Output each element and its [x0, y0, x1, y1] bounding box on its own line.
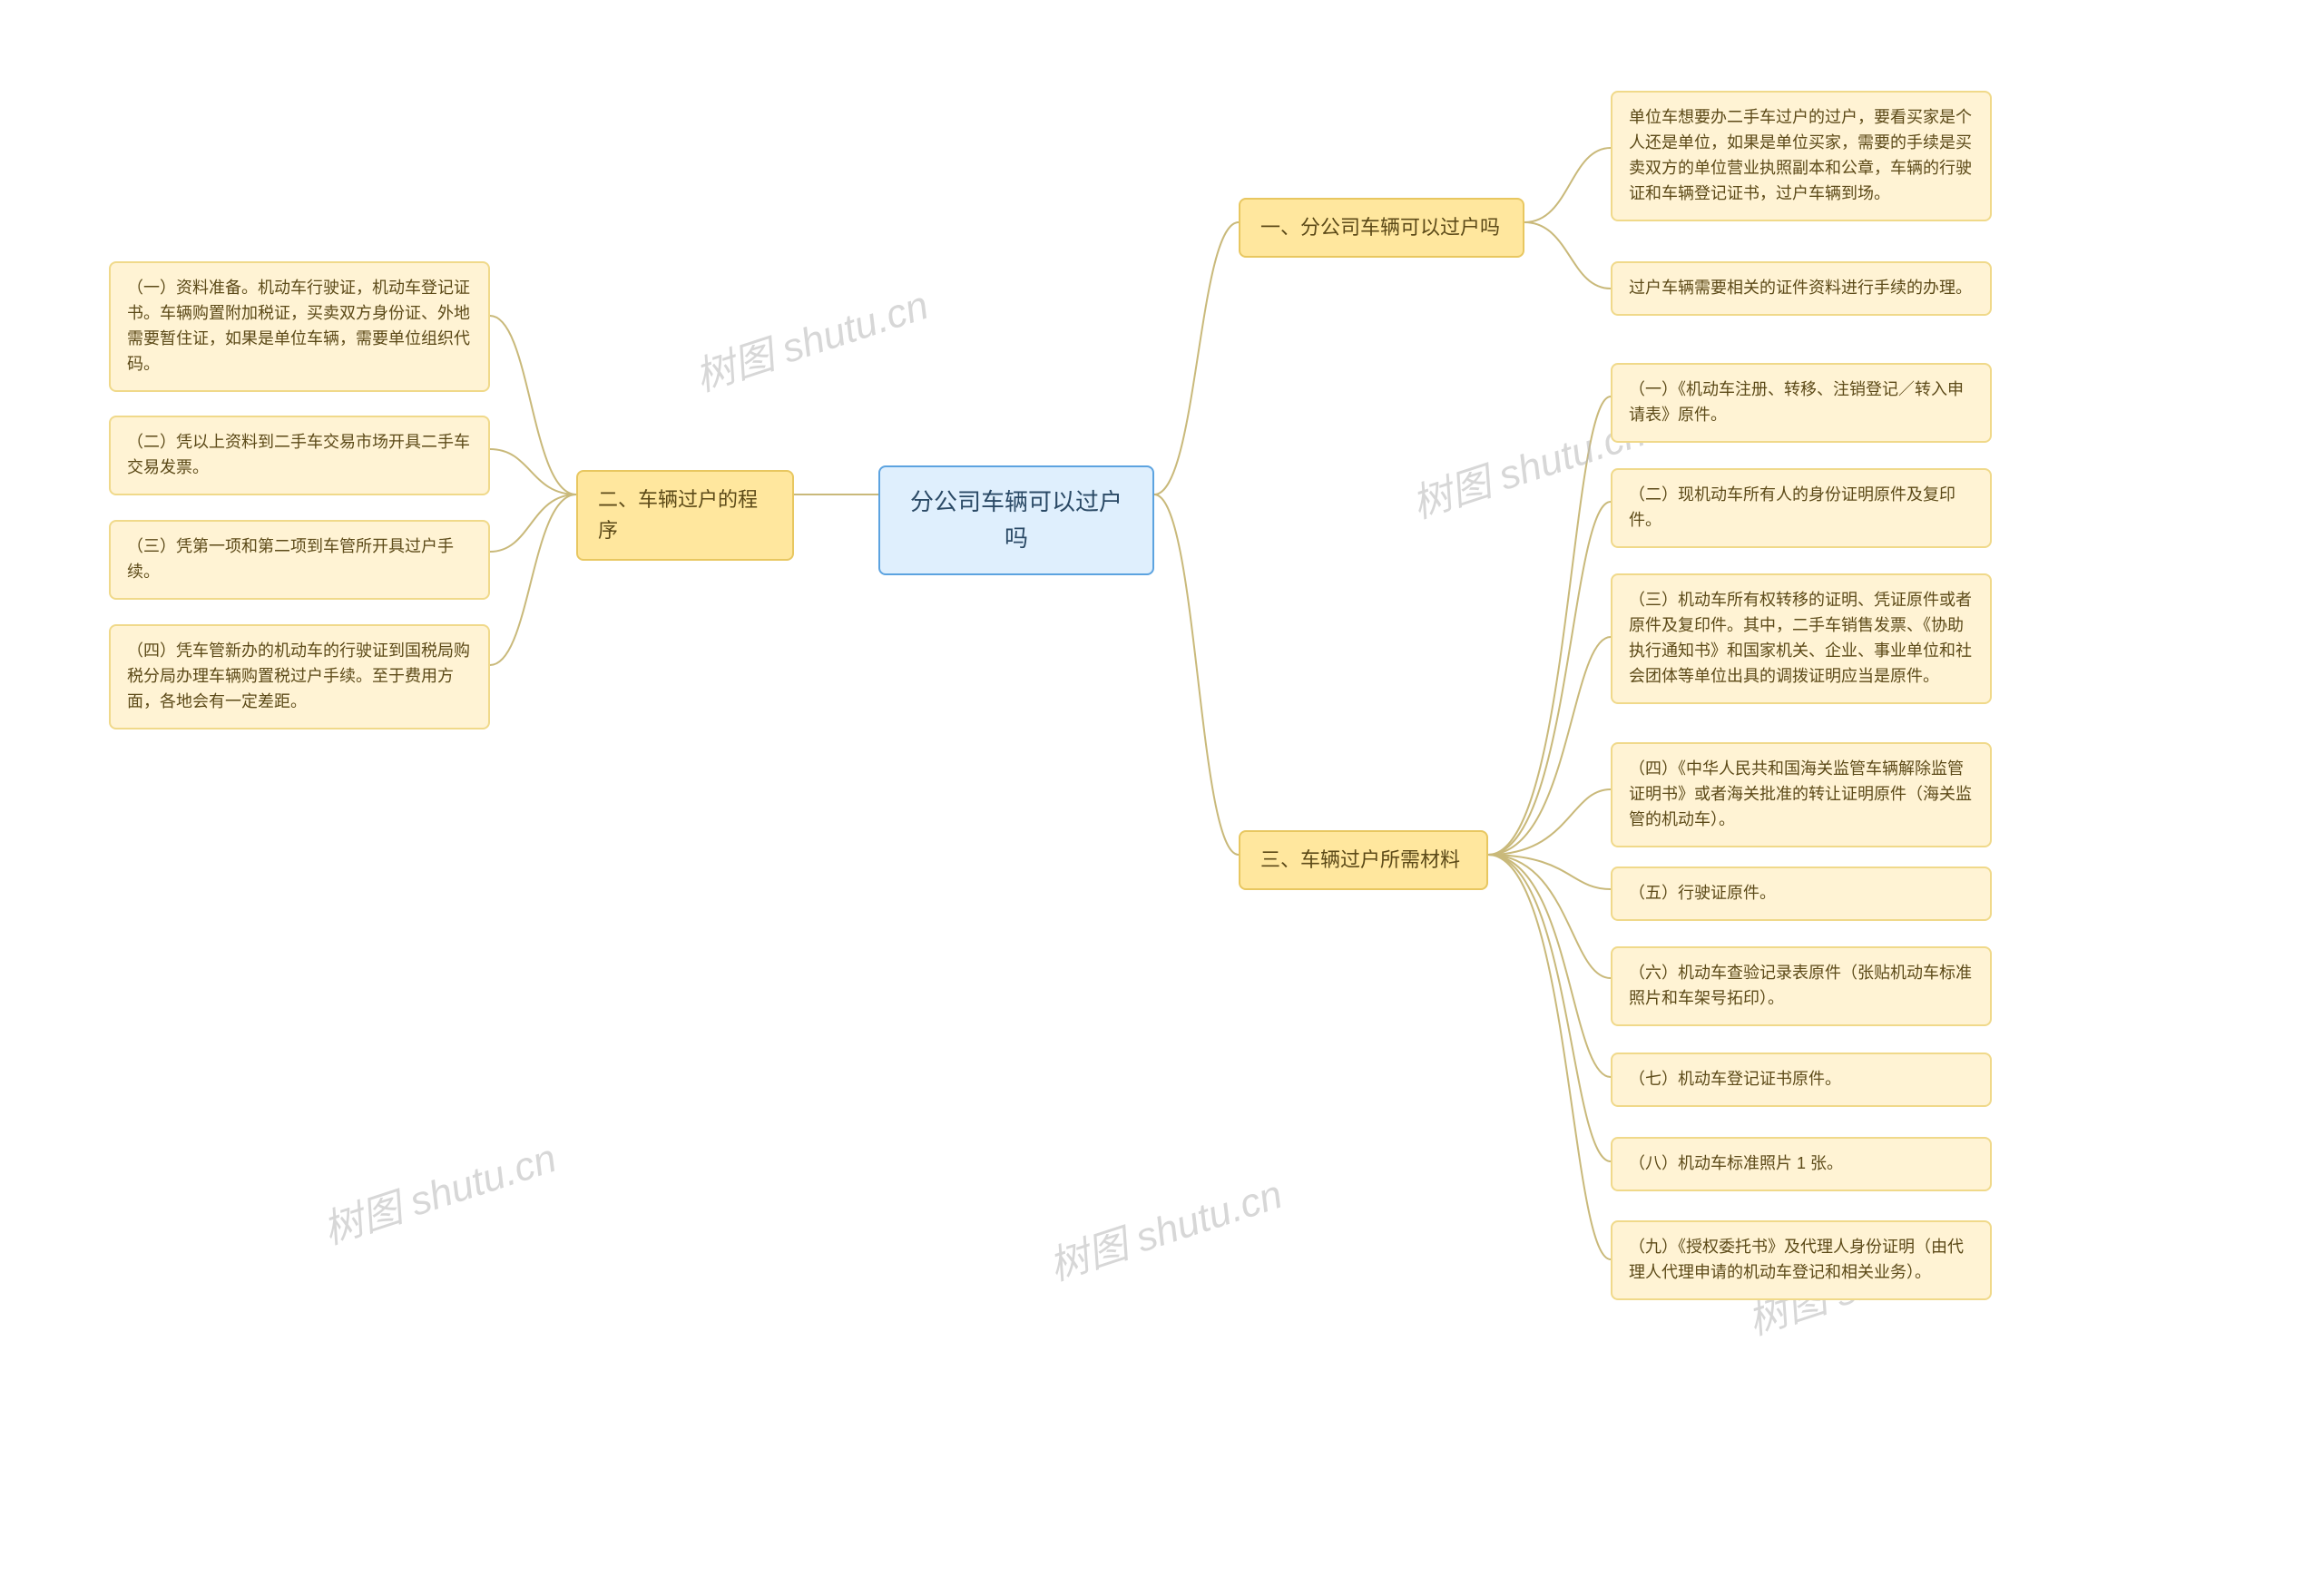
leaf-c8[interactable]: （八）机动车标准照片 1 张。 — [1611, 1137, 1992, 1191]
watermark: 树图 shutu.cn — [315, 1125, 563, 1255]
branch-1[interactable]: 一、分公司车辆可以过户吗 — [1239, 198, 1524, 258]
leaf-a1[interactable]: 单位车想要办二手车过户的过户，要看买家是个人还是单位，如果是单位买家，需要的手续… — [1611, 91, 1992, 221]
leaf-b1[interactable]: （一）资料准备。机动车行驶证，机动车登记证书。车辆购置附加税证，买卖双方身份证、… — [109, 261, 490, 392]
watermark: 树图 shutu.cn — [687, 272, 935, 402]
leaf-b3[interactable]: （三）凭第一项和第二项到车管所开具过户手续。 — [109, 520, 490, 600]
branch-3[interactable]: 三、车辆过户所需材料 — [1239, 830, 1488, 890]
leaf-c1[interactable]: （一）《机动车注册、转移、注销登记／转入申请表》原件。 — [1611, 363, 1992, 443]
leaf-c5[interactable]: （五）行驶证原件。 — [1611, 867, 1992, 921]
leaf-c6[interactable]: （六）机动车查验记录表原件（张贴机动车标准照片和车架号拓印）。 — [1611, 946, 1992, 1026]
leaf-c2[interactable]: （二）现机动车所有人的身份证明原件及复印件。 — [1611, 468, 1992, 548]
leaf-c7[interactable]: （七）机动车登记证书原件。 — [1611, 1053, 1992, 1107]
leaf-a2[interactable]: 过户车辆需要相关的证件资料进行手续的办理。 — [1611, 261, 1992, 316]
watermark: 树图 shutu.cn — [1041, 1161, 1289, 1291]
leaf-b2[interactable]: （二）凭以上资料到二手车交易市场开具二手车交易发票。 — [109, 416, 490, 495]
leaf-c3[interactable]: （三）机动车所有权转移的证明、凭证原件或者原件及复印件。其中，二手车销售发票、《… — [1611, 573, 1992, 704]
leaf-c9[interactable]: （九）《授权委托书》及代理人身份证明（由代理人代理申请的机动车登记和相关业务）。 — [1611, 1220, 1992, 1300]
center-topic[interactable]: 分公司车辆可以过户吗 — [878, 465, 1154, 575]
branch-2[interactable]: 二、车辆过户的程序 — [576, 470, 794, 561]
leaf-b4[interactable]: （四）凭车管新办的机动车的行驶证到国税局购税分局办理车辆购置税过户手续。至于费用… — [109, 624, 490, 729]
leaf-c4[interactable]: （四）《中华人民共和国海关监管车辆解除监管证明书》或者海关批准的转让证明原件（海… — [1611, 742, 1992, 847]
